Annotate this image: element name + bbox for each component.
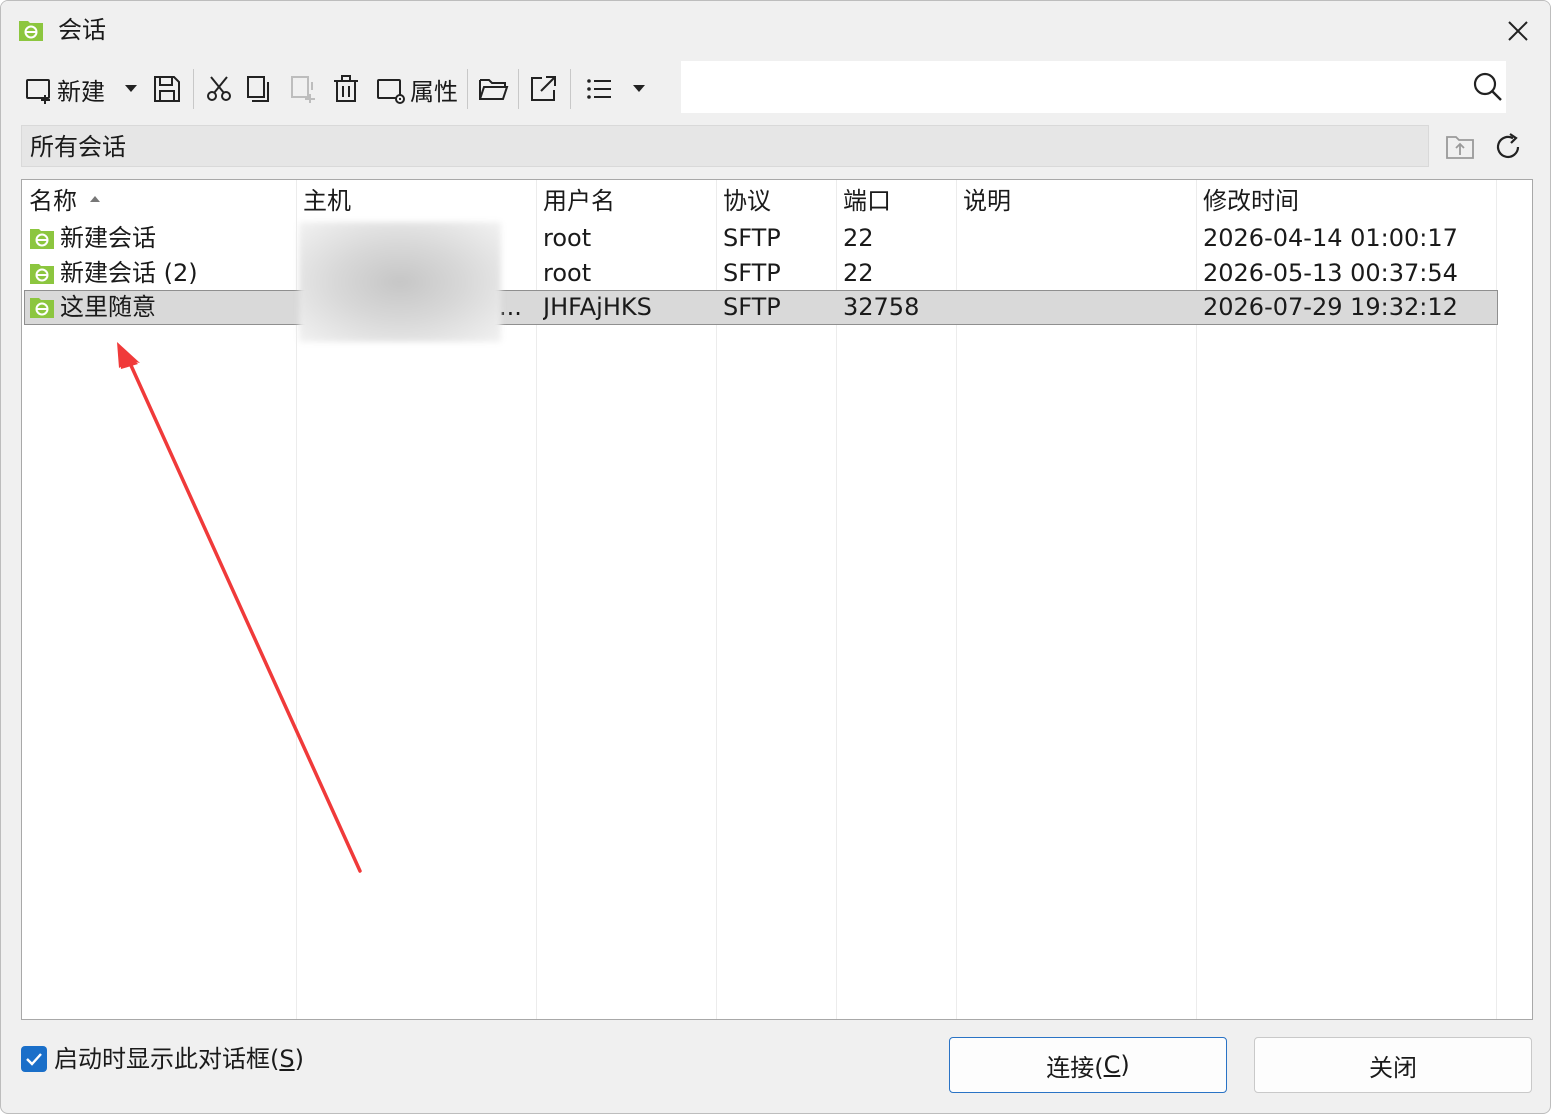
session-dialog: 会话 新建 属性 所有会话 名称 主机 用户名 协议 端口 说明 修改时间 新建… [0, 0, 1551, 1114]
folder-open-icon [479, 79, 509, 100]
path-bar[interactable]: 所有会话 [21, 125, 1429, 167]
session-icon [30, 264, 54, 284]
scissors-icon [207, 76, 231, 101]
connect-paren: ) [1120, 1051, 1130, 1079]
cell-name: 新建会话 (2) [60, 259, 198, 287]
session-icon [30, 298, 54, 318]
toolbar-separator [570, 69, 571, 109]
connect-accel: C [1103, 1051, 1121, 1079]
export-button[interactable] [523, 61, 563, 117]
toolbar: 新建 属性 [1, 61, 1550, 117]
redacted-host-blur [299, 222, 501, 342]
new-session-dropdown[interactable] [117, 61, 145, 117]
view-list-dropdown[interactable] [625, 61, 653, 117]
column-header-modified[interactable]: 修改时间 [1203, 186, 1299, 216]
cell-name: 新建会话 [60, 224, 156, 252]
save-icon [154, 76, 180, 102]
external-link-icon [531, 76, 556, 101]
open-folder-button[interactable] [473, 61, 513, 117]
show-on-startup-text: 启动时显示此对话框( [54, 1045, 280, 1073]
cell-username: JHFAjHKS [543, 293, 652, 321]
view-list-button[interactable] [579, 61, 619, 117]
column-header-description[interactable]: 说明 [963, 186, 1011, 216]
connect-button[interactable]: 连接(C) [949, 1037, 1227, 1093]
checkmark-icon [26, 1053, 42, 1066]
delete-button[interactable] [326, 61, 366, 117]
show-on-startup-paren: ) [294, 1045, 304, 1073]
cell-modified: 2026-07-29 19:32:12 [1203, 293, 1458, 321]
sort-ascending-icon [90, 196, 100, 202]
session-list: 名称 主机 用户名 协议 端口 说明 修改时间 新建会话 root SFTP 2… [21, 179, 1533, 1020]
parent-folder-button[interactable] [1440, 129, 1480, 165]
cell-port: 32758 [843, 293, 920, 321]
cut-button[interactable] [199, 61, 239, 117]
new-session-label: 新建 [57, 77, 105, 106]
title-bar: 会话 [1, 1, 1550, 59]
cell-port: 22 [843, 259, 874, 287]
column-header-name[interactable]: 名称 [29, 186, 77, 216]
refresh-icon [1496, 133, 1520, 159]
cell-protocol: SFTP [723, 259, 781, 287]
search-input[interactable] [691, 67, 1451, 107]
column-header-host[interactable]: 主机 [303, 186, 351, 216]
properties-icon [377, 79, 405, 104]
connect-text: 连接( [1046, 1053, 1104, 1082]
column-header-port[interactable]: 端口 [843, 186, 891, 216]
toolbar-separator [518, 69, 519, 109]
properties-button[interactable]: 属性 [371, 61, 461, 117]
app-icon [19, 21, 43, 41]
session-icon [30, 229, 54, 249]
current-path: 所有会话 [30, 133, 126, 161]
save-button[interactable] [147, 61, 187, 117]
window-title: 会话 [58, 16, 106, 44]
cell-username: root [543, 224, 592, 252]
caret-down-icon [125, 85, 137, 92]
table-row[interactable]: 新建会话 (2) root SFTP 22 2026-05-13 00:37:5… [24, 256, 1498, 291]
close-icon [1508, 21, 1528, 41]
cell-username: root [543, 259, 592, 287]
caret-down-icon [633, 85, 645, 92]
cell-host: ... [499, 293, 522, 321]
cell-protocol: SFTP [723, 293, 781, 321]
copy-button[interactable] [239, 61, 279, 117]
show-on-startup-label[interactable]: 启动时显示此对话框(S) [54, 1044, 304, 1074]
folder-up-icon [1446, 136, 1474, 159]
properties-label: 属性 [410, 77, 458, 106]
cell-modified: 2026-05-13 00:37:54 [1203, 259, 1458, 287]
cell-modified: 2026-04-14 01:00:17 [1203, 224, 1458, 252]
close-button[interactable]: 关闭 [1254, 1037, 1532, 1093]
show-on-startup-accel: S [279, 1045, 295, 1073]
copy-icon [247, 76, 269, 102]
trash-icon [334, 75, 358, 102]
cell-protocol: SFTP [723, 224, 781, 252]
column-header-protocol[interactable]: 协议 [723, 186, 771, 216]
table-row-selected[interactable]: 这里随意 ... JHFAjHKS SFTP 32758 2026-07-29 … [24, 290, 1498, 325]
refresh-button[interactable] [1488, 129, 1528, 165]
paste-button[interactable] [283, 61, 323, 117]
toolbar-separator [193, 69, 194, 109]
toolbar-separator [467, 69, 468, 109]
search-icon[interactable] [1472, 71, 1504, 103]
cell-port: 22 [843, 224, 874, 252]
list-view-icon [587, 79, 611, 99]
column-header-username[interactable]: 用户名 [543, 186, 615, 216]
cell-name: 这里随意 [60, 293, 156, 321]
paste-icon [291, 76, 315, 103]
new-session-icon [26, 79, 50, 104]
new-session-button[interactable]: 新建 [19, 61, 109, 117]
show-on-startup-checkbox[interactable] [21, 1046, 47, 1072]
search-box [681, 61, 1506, 113]
close-window-button[interactable] [1498, 11, 1538, 51]
table-row[interactable]: 新建会话 root SFTP 22 2026-04-14 01:00:17 [24, 221, 1498, 256]
